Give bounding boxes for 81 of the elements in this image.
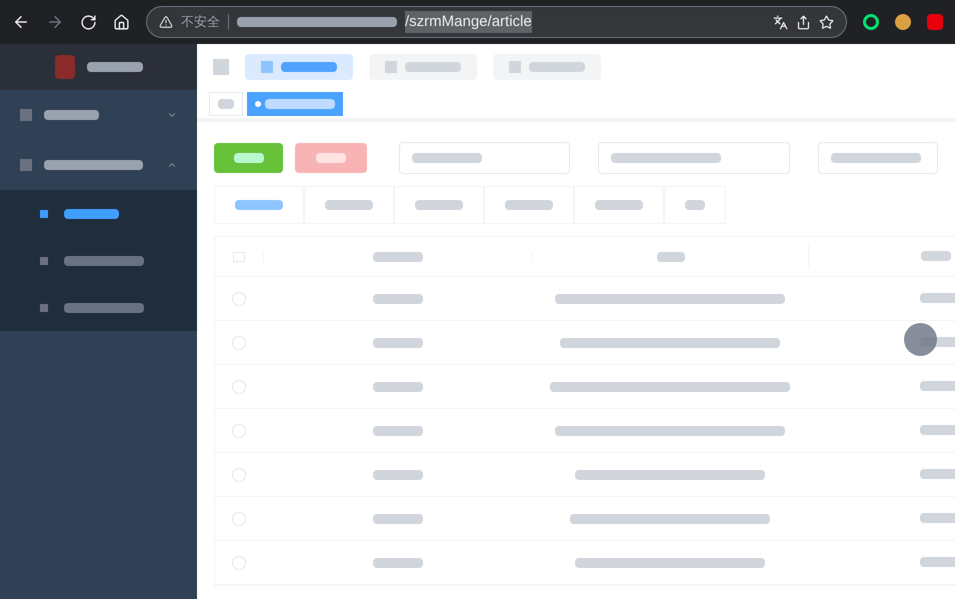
row-checkbox[interactable] (232, 336, 246, 350)
delete-button[interactable] (295, 143, 368, 173)
home-icon[interactable] (113, 14, 130, 30)
blurred-text (316, 153, 346, 163)
translate-icon[interactable] (773, 14, 788, 30)
page-tag[interactable] (247, 92, 343, 116)
submenu-icon (40, 304, 48, 312)
security-label: 不安全 (181, 13, 220, 32)
hamburger-icon[interactable] (213, 59, 229, 75)
top-tab[interactable] (245, 54, 353, 80)
blurred-text (281, 62, 337, 72)
blurred-text (405, 62, 461, 72)
cookie-icon[interactable] (895, 14, 911, 30)
top-tab[interactable] (493, 54, 601, 80)
blurred-text (920, 468, 955, 478)
search-field[interactable] (399, 142, 570, 174)
blurred-text (529, 62, 585, 72)
search-field[interactable] (598, 142, 790, 174)
url-path: /szrmMange/article (405, 10, 532, 34)
back-icon[interactable] (12, 13, 30, 31)
forward-icon[interactable] (46, 13, 64, 31)
blurred-text (265, 99, 335, 109)
blurred-text (505, 200, 553, 210)
submenu-icon (40, 256, 48, 264)
blurred-text (86, 62, 142, 72)
blurred-text (325, 200, 373, 210)
row-checkbox[interactable] (232, 556, 246, 570)
blurred-text (44, 110, 99, 120)
blurred-text (595, 200, 643, 210)
row-checkbox[interactable] (232, 468, 246, 482)
row-checkbox[interactable] (232, 292, 246, 306)
share-icon[interactable] (796, 14, 811, 30)
blurred-text (921, 250, 951, 260)
filter-tab[interactable] (394, 186, 484, 224)
reload-icon[interactable] (80, 14, 97, 30)
filter-tab[interactable] (304, 186, 394, 224)
submenu-icon (40, 210, 48, 218)
menu-item-icon (20, 109, 32, 121)
page-tag[interactable] (209, 92, 243, 116)
filter-tab[interactable] (484, 186, 574, 224)
filter-tab[interactable] (664, 186, 726, 224)
row-checkbox[interactable] (232, 512, 246, 526)
blurred-text (234, 153, 264, 163)
blurred-text (372, 470, 422, 480)
blurred-text (218, 99, 234, 109)
filter-tab[interactable] (214, 186, 304, 224)
blurred-text (372, 426, 422, 436)
add-button[interactable] (214, 143, 284, 173)
blurred-text (920, 424, 955, 434)
floating-button[interactable] (904, 323, 937, 356)
blurred-text (372, 514, 422, 524)
dice-icon[interactable] (927, 14, 943, 30)
address-bar[interactable]: 不安全 /szrmMange/article (146, 6, 847, 38)
blurred-text (415, 200, 463, 210)
blurred-text (412, 153, 482, 163)
menu-item-icon (20, 159, 32, 171)
blurred-text (235, 200, 283, 210)
blurred-text (656, 252, 684, 262)
blurred-text (372, 382, 422, 392)
blurred-text (920, 556, 955, 566)
row-checkbox[interactable] (232, 380, 246, 394)
blurred-text (920, 512, 955, 522)
logo-icon (54, 55, 74, 79)
blurred-text (373, 252, 423, 262)
blurred-text (372, 338, 422, 348)
submenu-item[interactable] (0, 284, 197, 331)
blurred-text (372, 558, 422, 568)
blurred-text (920, 292, 955, 302)
warning-icon (159, 15, 173, 29)
row-checkbox[interactable] (232, 424, 246, 438)
top-tab[interactable] (369, 54, 477, 80)
submenu-item[interactable] (0, 190, 197, 237)
star-icon[interactable] (819, 14, 834, 30)
search-field[interactable] (818, 142, 938, 174)
filter-tab[interactable] (574, 186, 664, 224)
extension-ring-icon[interactable] (863, 14, 879, 30)
blurred-text (685, 200, 705, 210)
blurred-text (920, 380, 955, 390)
select-all-checkbox[interactable] (233, 252, 245, 262)
blurred-text (64, 208, 119, 218)
blurred-text (372, 294, 422, 304)
